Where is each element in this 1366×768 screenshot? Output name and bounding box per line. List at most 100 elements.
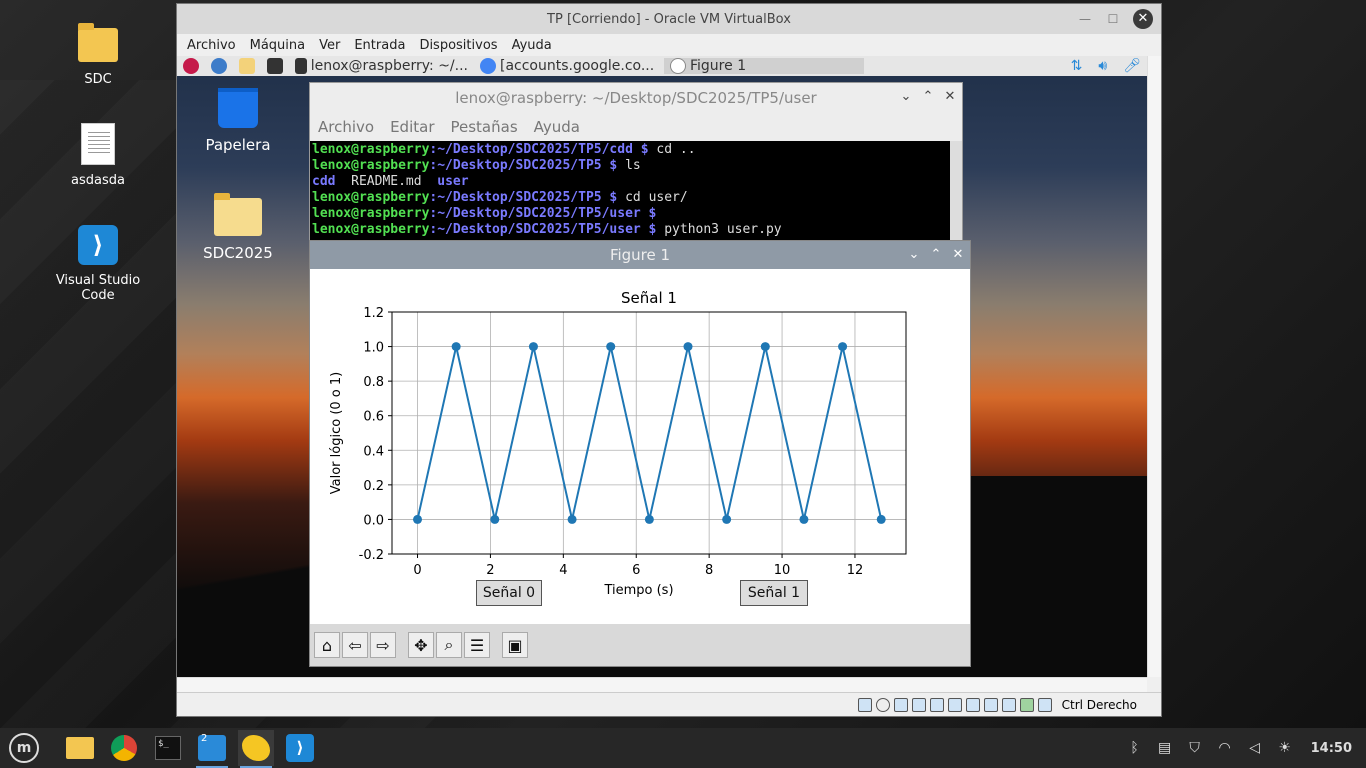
pan-icon[interactable]: ✥ (408, 632, 434, 658)
guest-panel-raspberry[interactable] (177, 58, 205, 74)
microphone-icon[interactable]: 🎤︎ (1123, 58, 1141, 74)
back-icon[interactable]: ⇦ (342, 632, 368, 658)
terminal-icon[interactable]: $_ (150, 730, 186, 766)
vbox-statusbar: Ctrl Derecho (177, 692, 1161, 716)
recording-icon[interactable] (983, 697, 998, 712)
terminal-title: lenox@raspberry: ~/Desktop/SDC2025/TP5/u… (455, 89, 817, 107)
guest-screen[interactable]: lenox@raspberry: ~/... [accounts.google.… (177, 56, 1147, 677)
close-icon[interactable]: ✕ (1133, 9, 1153, 29)
minimize-icon[interactable]: ⌄ (908, 247, 920, 262)
menu-entrada[interactable]: Entrada (354, 38, 405, 53)
y-tick-label: 1.2 (363, 306, 384, 321)
shared-folders-icon[interactable] (947, 697, 962, 712)
desktop-icon-label: asdasda (71, 173, 125, 188)
volume-icon[interactable]: ◁ (1247, 740, 1263, 756)
network-icon[interactable] (911, 697, 926, 712)
vbox-titlebar[interactable]: TP [Corriendo] - Oracle VM VirtualBox — … (177, 4, 1161, 34)
updates-icon[interactable]: ⇅ (1071, 58, 1083, 74)
maximize-icon[interactable]: ☐ (1105, 12, 1121, 26)
vbox-horizontal-scrollbar[interactable] (177, 677, 1147, 693)
guest-panel-terminal[interactable] (261, 58, 289, 74)
terminal-titlebar[interactable]: lenox@raspberry: ~/Desktop/SDC2025/TP5/u… (310, 83, 962, 113)
desktop-icon-sdc[interactable]: SDC (50, 23, 146, 87)
desktop-icon-asdasda[interactable]: asdasda (50, 123, 146, 188)
menu-dispositivos[interactable]: Dispositivos (419, 38, 497, 53)
zoom-icon[interactable]: ⌕ (436, 632, 462, 658)
menu-ayuda[interactable]: Ayuda (512, 38, 552, 53)
guest-desktop-trash[interactable]: Papelera (183, 88, 293, 154)
prompt-command: python3 user.py (664, 222, 782, 237)
data-point (683, 342, 693, 352)
close-icon[interactable]: ✕ (944, 89, 956, 104)
mouse-integration-icon[interactable] (1019, 697, 1034, 712)
brightness-icon[interactable]: ☀ (1277, 740, 1293, 756)
clock[interactable]: 14:50 (1311, 741, 1352, 756)
prompt-path: ~/Desktop/SDC2025/TP5/cdd (437, 142, 633, 157)
mint-menu-icon[interactable]: m (6, 730, 42, 766)
menu-archivo[interactable]: Archivo (318, 118, 374, 136)
x-tick-label: 6 (632, 563, 640, 578)
guest-task-terminal[interactable]: lenox@raspberry: ~/... (289, 58, 474, 74)
guest-panel-browser[interactable] (205, 58, 233, 74)
chrome-icon[interactable] (106, 730, 142, 766)
save-icon[interactable]: ▣ (502, 632, 528, 658)
home-icon[interactable]: ⌂ (314, 632, 340, 658)
guest-desktop-sdc2025[interactable]: SDC2025 (183, 193, 293, 262)
wifi-icon[interactable]: ◠ (1217, 740, 1233, 756)
volume-icon[interactable]: 🔊︎ (1098, 58, 1107, 74)
configure-icon[interactable]: ☰ (464, 632, 490, 658)
y-tick-label: 0.8 (363, 375, 384, 390)
y-axis-label: Valor lógico (0 o 1) (329, 372, 344, 494)
virtualbox-icon[interactable] (238, 730, 274, 768)
bluetooth-icon[interactable]: ᛒ (1127, 740, 1143, 756)
host-taskbar: m $_ 2 ⟩ ᛒ ▤ ⛉ ◠ ◁ ☀ 14:50 (0, 728, 1366, 768)
menu-archivo[interactable]: Archivo (187, 38, 236, 53)
data-point (413, 514, 423, 524)
terminal-output-item: cdd (312, 174, 336, 189)
maximize-icon[interactable]: ⌃ (930, 247, 942, 262)
terminal-icon (295, 58, 307, 74)
files-icon[interactable] (62, 730, 98, 766)
y-tick-label: 0.6 (363, 410, 384, 425)
document-icon (81, 123, 115, 165)
virtualbox-window: TP [Corriendo] - Oracle VM VirtualBox — … (176, 3, 1162, 717)
display-icon[interactable] (965, 697, 980, 712)
optical-drive-icon[interactable] (875, 697, 890, 712)
menu-editar[interactable]: Editar (390, 118, 434, 136)
system-monitor-icon[interactable]: 2 (194, 730, 230, 768)
maximize-icon[interactable]: ⌃ (922, 89, 934, 104)
audio-icon[interactable] (893, 697, 908, 712)
desktop-icon-vscode[interactable]: ⟩ Visual Studio Code (50, 225, 146, 303)
menu-ayuda[interactable]: Ayuda (534, 118, 580, 136)
close-icon[interactable]: ✕ (952, 247, 964, 262)
menu-maquina[interactable]: Máquina (250, 38, 306, 53)
figure-titlebar[interactable]: Figure 1 ⌄ ⌃ ✕ (310, 241, 970, 269)
vbox-vertical-scrollbar[interactable] (1147, 56, 1161, 677)
guest-task-figure[interactable]: Figure 1 (664, 58, 864, 74)
terminal-output[interactable]: lenox@raspberry:~/Desktop/SDC2025/TP5/cd… (310, 141, 950, 252)
shield-icon[interactable]: ⛉ (1187, 740, 1203, 756)
keyboard-icon[interactable] (1037, 697, 1052, 712)
data-point (838, 342, 848, 352)
menu-ver[interactable]: Ver (319, 38, 340, 53)
guest-panel-files[interactable] (233, 58, 261, 74)
guest-task-chromium[interactable]: [accounts.google.co... (474, 58, 664, 74)
clipboard-icon[interactable]: ▤ (1157, 740, 1173, 756)
minimize-icon[interactable]: ⌄ (900, 89, 912, 104)
hard-disk-icon[interactable] (857, 697, 872, 712)
figure-canvas[interactable]: 0 2 4 6 8 10 12 -0.2 0.0 0.2 0.4 0.6 0.8 1.0 1.2 Señal … (310, 269, 970, 624)
usb-icon[interactable] (929, 697, 944, 712)
task-label: [accounts.google.co... (500, 58, 655, 74)
series-line (416, 346, 883, 520)
signal-1-button[interactable]: Señal 1 (740, 580, 808, 606)
signal-0-button[interactable]: Señal 0 (476, 580, 542, 606)
virtualization-icon[interactable] (1001, 697, 1016, 712)
y-tick-label: 1.0 (363, 341, 384, 356)
minimize-icon[interactable]: — (1077, 12, 1093, 26)
prompt-command: cd .. (656, 142, 696, 157)
forward-icon[interactable]: ⇨ (370, 632, 396, 658)
vscode-icon[interactable]: ⟩ (282, 730, 318, 766)
terminal-scrollbar[interactable] (950, 141, 962, 252)
menu-pestanas[interactable]: Pestañas (451, 118, 518, 136)
prompt-command: ls (625, 158, 641, 173)
